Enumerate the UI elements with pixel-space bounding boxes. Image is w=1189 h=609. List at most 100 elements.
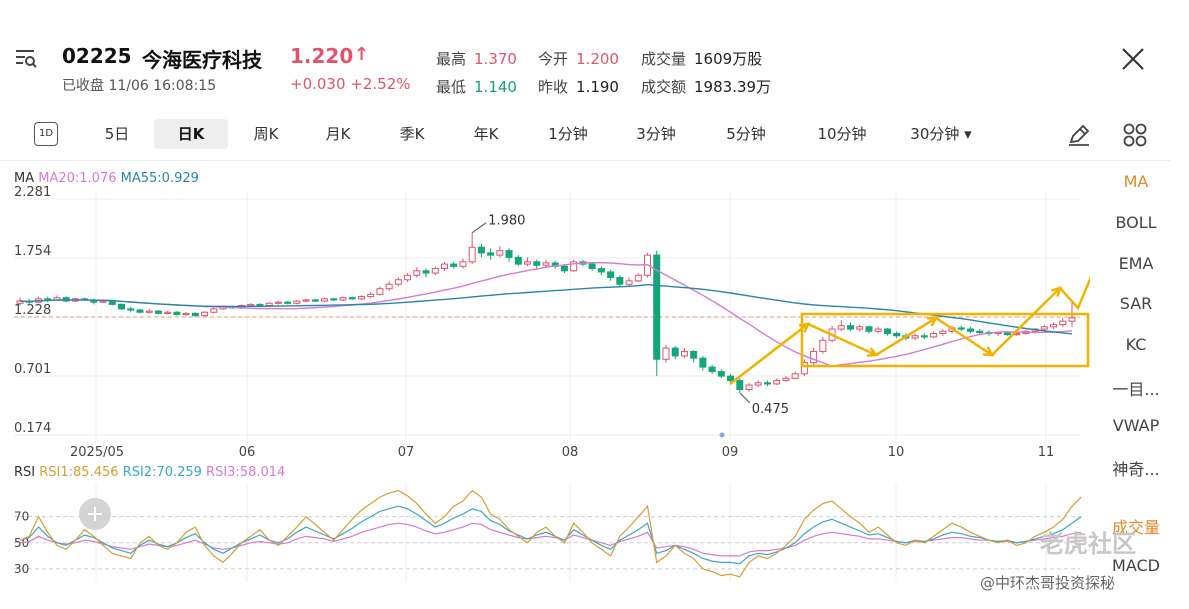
candle-body [597, 268, 605, 273]
candle-body [1050, 324, 1058, 328]
stock-name: 今海医疗科技 [142, 48, 262, 72]
indicator-4[interactable]: KC [1096, 335, 1176, 354]
candle-body [893, 333, 901, 337]
candle-body [477, 246, 485, 254]
draw-pen-icon[interactable] [1066, 122, 1092, 148]
indicator-3[interactable]: SAR [1096, 294, 1176, 313]
close-icon[interactable] [1118, 44, 1148, 74]
layout-grid-icon[interactable] [1122, 122, 1148, 148]
ma-legend-title: MA [14, 171, 38, 186]
candle-body [616, 277, 624, 285]
x-tick-label: 2025/05 [70, 445, 124, 460]
candle-body [201, 311, 209, 317]
rsi2-line [19, 505, 1082, 565]
tab-9[interactable]: 10分钟 [800, 119, 884, 149]
candle-body [367, 293, 375, 298]
rsi1-legend: RSI1:85.456 [39, 465, 122, 480]
candle-body [625, 280, 633, 285]
stat-volume-value: 1609万股 [694, 50, 763, 68]
watermark: 老虎社区 [1040, 530, 1136, 558]
candle-body [404, 274, 412, 281]
candle-body [136, 309, 144, 313]
candle-body [265, 302, 273, 307]
candlestick-chart[interactable]: MA MA20:1.076 MA55:0.929 2025/05 06 07 08 09 1… [0, 162, 1090, 602]
candle-body [127, 308, 135, 311]
candle-body [1068, 317, 1076, 322]
stat-prev-close-value: 1.190 [576, 78, 619, 96]
indicator-5[interactable]: 一目... [1096, 376, 1176, 400]
candle-body [394, 279, 402, 285]
candle-body [496, 250, 504, 256]
stat-turnover: 成交额 1983.39万 [641, 76, 771, 97]
y-tick-label: 0.174 [14, 421, 51, 436]
tab-6[interactable]: 1分钟 [532, 119, 604, 149]
stock-price: 1.220 [290, 44, 354, 68]
indicator-1[interactable]: BOLL [1096, 213, 1176, 232]
x-tick-label: 11 [1038, 445, 1055, 460]
candle-body [810, 350, 818, 364]
tab-7[interactable]: 3分钟 [620, 119, 692, 149]
indicator-2[interactable]: EMA [1096, 254, 1176, 273]
candle-body [607, 271, 615, 279]
ma-legend: MA MA20:1.076 MA55:0.929 [14, 171, 199, 186]
candle-body [736, 380, 744, 391]
menu-search-icon[interactable] [14, 46, 38, 70]
header-divider [0, 160, 1170, 161]
candle-body [939, 330, 947, 335]
stat-volume: 成交量 1609万股 [641, 48, 762, 69]
candle-body [440, 263, 448, 270]
tab-0[interactable]: 5日 [88, 119, 146, 149]
candle-body [1040, 326, 1048, 330]
candle-body [284, 301, 292, 304]
stock-code: 02225 [62, 44, 132, 68]
stat-turnover-value: 1983.39万 [694, 78, 772, 96]
stat-prev-close: 昨收 1.190 [538, 76, 619, 97]
tab-4[interactable]: 季K [384, 119, 440, 149]
rsi3-legend: RSI3:58.014 [206, 465, 285, 480]
candle-body [302, 299, 310, 302]
candle-body [293, 300, 301, 304]
ma55-line [19, 283, 1073, 335]
indicator-0[interactable]: MA [1096, 172, 1176, 191]
candle-body [819, 339, 827, 352]
tab-5[interactable]: 年K [458, 119, 514, 149]
tab-3[interactable]: 月K [310, 119, 366, 149]
candle-body [459, 261, 467, 267]
candle-body [514, 256, 522, 265]
low-label-pointer [739, 392, 751, 404]
candle-body [450, 263, 458, 267]
candle-body [182, 312, 190, 316]
candle-body [588, 263, 596, 270]
tab-8[interactable]: 5分钟 [710, 119, 782, 149]
tab-2[interactable]: 周K [238, 119, 294, 149]
candle-body [680, 350, 688, 357]
stat-volume-label: 成交量 [641, 50, 687, 68]
candle-body [957, 327, 965, 330]
candle-body [634, 274, 642, 282]
candle-body [662, 347, 670, 360]
candle-body [274, 301, 282, 304]
candle-body [191, 312, 199, 317]
indicator-7[interactable]: 神奇... [1096, 456, 1176, 480]
tab-10[interactable]: 30分钟 ▾ [896, 119, 986, 149]
candle-body [745, 384, 753, 391]
stat-low-value: 1.140 [474, 78, 517, 96]
candle-body [311, 299, 319, 302]
tab-1[interactable]: 日K [154, 119, 228, 149]
candle-body [717, 371, 725, 377]
candle-body [754, 382, 762, 386]
candle-body [699, 357, 707, 368]
stat-turnover-label: 成交额 [641, 78, 687, 96]
rsi-tick-label: 70 [14, 510, 29, 524]
stat-open: 今开 1.200 [538, 48, 619, 69]
indicator-6[interactable]: VWAP [1096, 416, 1176, 435]
candle-body [542, 262, 550, 266]
candle-body [763, 382, 771, 385]
candle-body [468, 246, 476, 263]
tab-1d[interactable]: 1D [34, 122, 58, 146]
candle-body [671, 347, 679, 357]
candle-body [422, 270, 430, 274]
candle-body [847, 325, 855, 330]
high-label-pointer [471, 222, 487, 234]
candle-body [524, 261, 532, 265]
